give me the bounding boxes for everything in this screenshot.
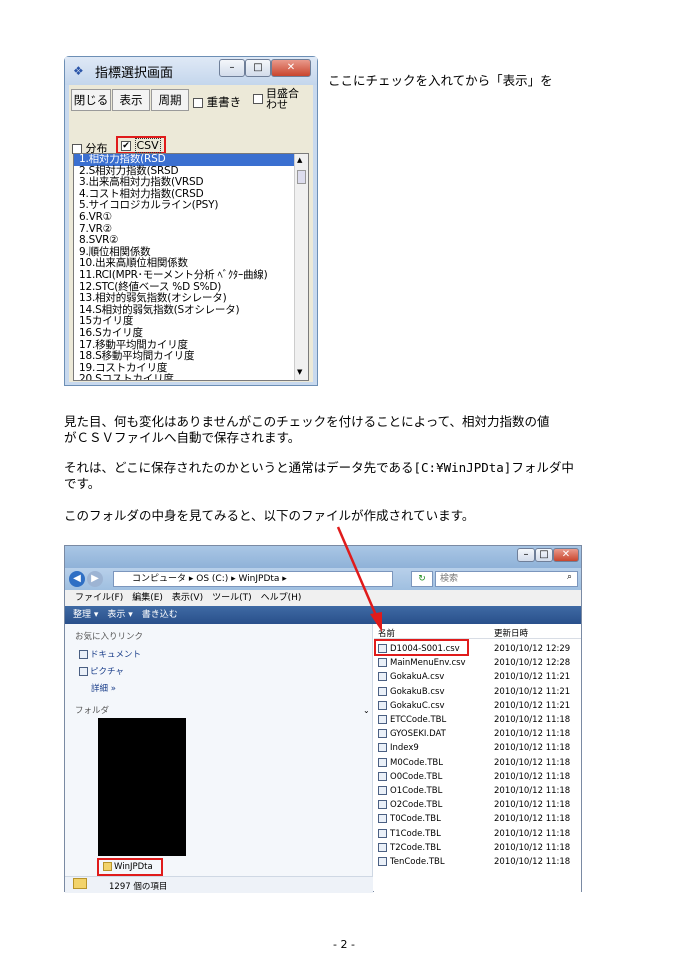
arrow-line <box>336 526 380 621</box>
page-number: - 2 - <box>333 938 355 951</box>
arrow-head <box>370 612 382 632</box>
annotation-arrow <box>336 526 382 632</box>
